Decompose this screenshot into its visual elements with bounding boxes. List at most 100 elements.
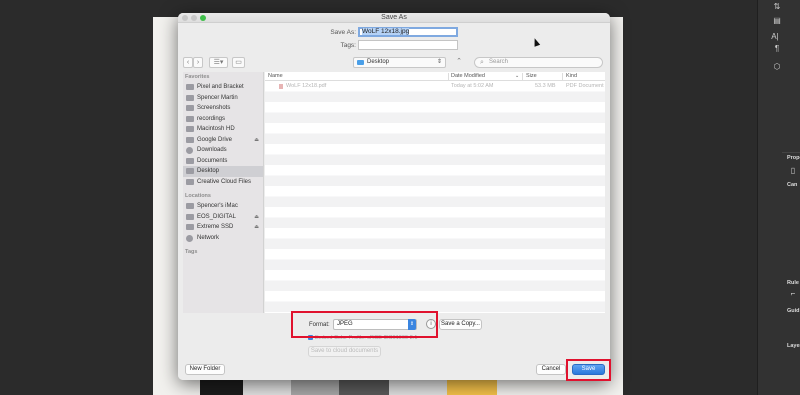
list-view-icon: ☰▾ xyxy=(213,59,224,66)
sidebar: Favorites Pixel and Bracket Spencer Mart… xyxy=(183,72,264,327)
chevron-updown-icon: ⇕ xyxy=(436,59,442,65)
search-input[interactable]: ⌕ Search xyxy=(474,57,603,68)
sidebar-header-locations: Locations xyxy=(185,193,211,199)
sidebar-item-label: Desktop xyxy=(197,168,220,174)
file-kind: PDF Document xyxy=(566,83,604,89)
column-size[interactable]: Size xyxy=(526,73,537,79)
sidebar-item-spencer-martin[interactable]: Spencer Martin xyxy=(183,93,263,104)
computer-icon xyxy=(186,203,194,209)
chevron-left-icon: ‹ xyxy=(186,59,190,66)
new-folder-toolbar-button[interactable]: ▭ xyxy=(232,57,245,68)
file-list[interactable]: Name Date Modified ⌄ Size Kind WoLF 12x1… xyxy=(265,72,605,327)
adjust-icon[interactable]: ⇅ xyxy=(772,3,782,11)
chevron-right-icon: › xyxy=(196,59,200,66)
folder-icon: ▭ xyxy=(235,59,242,66)
sidebar-item-label: Pixel and Bracket xyxy=(197,84,244,90)
chevron-up-icon: ⌃ xyxy=(456,58,462,65)
dialog-titlebar: Save As xyxy=(178,13,610,23)
file-size: 53.3 MB xyxy=(535,83,556,89)
column-kind[interactable]: Kind xyxy=(566,73,577,79)
folder-icon xyxy=(186,84,194,90)
sidebar-header-favorites: Favorites xyxy=(185,74,210,80)
highlight-save xyxy=(566,359,611,381)
sidebar-item-spencers-imac[interactable]: Spencer's iMac xyxy=(183,201,263,212)
eject-icon[interactable]: ⏏ xyxy=(254,135,259,146)
tags-label: Tags: xyxy=(340,41,356,49)
sidebar-item-desktop[interactable]: Desktop xyxy=(183,166,263,177)
sidebar-item-label: Extreme SSD xyxy=(197,224,234,230)
save-as-field[interactable]: WoLF 12x18.jpg xyxy=(358,27,458,37)
folder-icon xyxy=(186,168,194,174)
highlight-format xyxy=(291,311,438,338)
dialog-toolbar: ‹ › ☰▾ ▭ Desktop ⇕ ⌃ ⌕ Search xyxy=(183,57,605,69)
search-icon: ⌕ xyxy=(480,59,484,66)
sidebar-item-label: Downloads xyxy=(197,147,227,153)
search-placeholder: Search xyxy=(489,59,509,65)
sidebar-item-label: Documents xyxy=(197,157,228,164)
sidebar-item-google-drive[interactable]: Google Drive ⏏ xyxy=(183,135,263,146)
view-options-button[interactable]: ☰▾ xyxy=(209,57,228,68)
table-row[interactable]: WoLF 12x18.pdf Today at 5:02 AM 53.3 MB … xyxy=(265,81,605,92)
folder-icon xyxy=(357,60,364,65)
sidebar-item-pixel-and-bracket[interactable]: Pixel and Bracket xyxy=(183,82,263,93)
sidebar-item-recordings[interactable]: recordings xyxy=(183,114,263,125)
mouse-cursor xyxy=(531,37,541,47)
drive-icon xyxy=(186,213,194,220)
save-as-label: Save As: xyxy=(330,28,356,36)
home-icon xyxy=(186,94,194,101)
file-rows: WoLF 12x18.pdf Today at 5:02 AM 53.3 MB … xyxy=(265,81,605,327)
sidebar-item-label: Network xyxy=(197,234,220,241)
file-name: WoLF 12x18.pdf xyxy=(286,83,327,89)
sidebar-item-label: Spencer's iMac xyxy=(197,203,238,209)
column-name[interactable]: Name xyxy=(268,73,283,79)
ruler-icon[interactable]: ⌐ xyxy=(788,290,798,298)
paragraph-icon[interactable]: ¶ xyxy=(772,45,782,53)
sidebar-item-label: Creative Cloud Files xyxy=(197,178,252,185)
back-button[interactable]: ‹ xyxy=(183,57,193,68)
expand-button[interactable]: ⌃ xyxy=(453,57,465,68)
properties-panel: ⇅ ▤ A| ¶ ⬡ Prope ▯ Can Rule ⌐ Guid Layer… xyxy=(757,0,800,395)
panel-label: Rule xyxy=(787,280,799,286)
folder-icon xyxy=(186,178,194,185)
drive-icon xyxy=(186,126,194,132)
sidebar-item-label: EOS_DIGITAL xyxy=(197,213,236,220)
character-icon[interactable]: A| xyxy=(770,33,780,41)
eject-icon[interactable]: ⏏ xyxy=(254,212,259,223)
panel-label: Can xyxy=(787,182,798,188)
column-date-modified[interactable]: Date Modified xyxy=(451,73,485,79)
location-popup[interactable]: Desktop ⇕ xyxy=(353,57,446,68)
folder-icon xyxy=(186,115,194,122)
sidebar-item-label: recordings xyxy=(197,115,226,122)
folder-icon xyxy=(186,157,194,164)
sidebar-item-documents[interactable]: Documents xyxy=(183,156,263,167)
tags-field[interactable] xyxy=(358,40,458,50)
panel-label: Layers xyxy=(787,343,800,349)
chevron-down-icon: ⌄ xyxy=(515,73,520,79)
new-folder-button[interactable]: New Folder xyxy=(185,364,225,375)
sidebar-item-label: Google Drive xyxy=(197,136,233,143)
forward-button[interactable]: › xyxy=(193,57,203,68)
sidebar-item-network[interactable]: Network xyxy=(183,233,263,244)
sidebar-item-downloads[interactable]: Downloads xyxy=(183,145,263,156)
sidebar-item-screenshots[interactable]: Screenshots xyxy=(183,103,263,114)
layers-icon[interactable]: ▤ xyxy=(772,17,782,25)
pdf-icon xyxy=(279,84,283,89)
save-to-cloud-button[interactable]: Save to cloud documents xyxy=(308,346,381,357)
panel-label: Guid xyxy=(787,308,800,314)
dialog-title: Save As xyxy=(381,14,407,21)
cancel-button[interactable]: Cancel xyxy=(536,364,566,375)
sidebar-item-creative-cloud-files[interactable]: Creative Cloud Files xyxy=(183,177,263,188)
drive-icon xyxy=(186,224,194,230)
save-a-copy-button[interactable]: Save a Copy... xyxy=(439,319,482,330)
drive-icon xyxy=(186,136,194,143)
cube-icon[interactable]: ⬡ xyxy=(772,63,782,71)
eject-icon[interactable]: ⏏ xyxy=(254,222,259,233)
sidebar-item-label: Spencer Martin xyxy=(197,94,238,101)
panel-label: Prope xyxy=(787,155,800,161)
sidebar-item-macintosh-hd[interactable]: Macintosh HD xyxy=(183,124,263,135)
sidebar-item-extreme-ssd[interactable]: Extreme SSD ⏏ xyxy=(183,222,263,233)
location-value: Desktop xyxy=(367,59,390,65)
sidebar-item-eos-digital[interactable]: EOS_DIGITAL ⏏ xyxy=(183,212,263,223)
folder-icon xyxy=(186,105,194,111)
save-as-value: WoLF 12x18.jpg xyxy=(362,28,410,35)
